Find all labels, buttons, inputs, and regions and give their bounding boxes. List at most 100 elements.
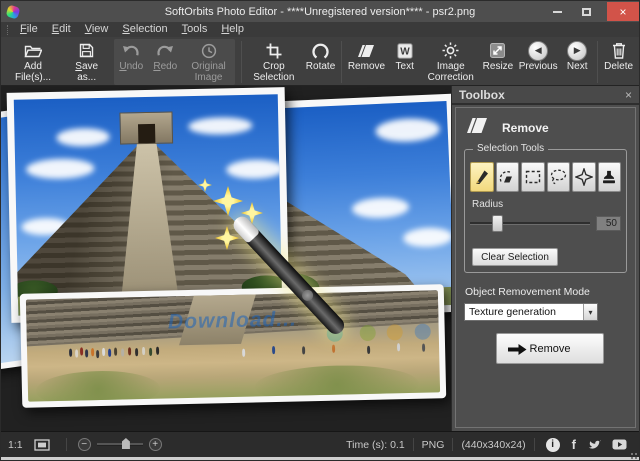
main-toolbar: Add File(s)... Save as... Undo Redo — [1, 37, 639, 86]
menu-tools[interactable]: Tools — [175, 23, 215, 36]
facebook-icon[interactable]: f — [572, 437, 576, 452]
menu-selection[interactable]: Selection — [115, 23, 174, 36]
arrow-right-icon — [506, 342, 528, 360]
menu-help[interactable]: Help — [214, 23, 251, 36]
toolbar-separator — [341, 41, 342, 83]
menu-bar: File Edit View Selection Tools Help — [1, 22, 639, 37]
redo-button[interactable]: Redo — [148, 39, 182, 83]
image-canvas[interactable]: Download... — [1, 86, 451, 431]
removal-mode-select[interactable]: Texture generation ▾ — [464, 303, 598, 321]
remove-tool-button[interactable]: Remove — [345, 39, 388, 72]
removal-mode-label: Object Removement Mode — [465, 286, 627, 298]
text-tool-button[interactable]: W Text — [388, 39, 422, 72]
radius-slider-thumb[interactable] — [492, 215, 503, 232]
window-controls: × — [543, 1, 639, 22]
watermark-text: Download... — [168, 308, 297, 335]
crop-selection-button[interactable]: Crop Selection — [245, 39, 303, 83]
zoom-controls: 1:1 − + — [8, 438, 162, 451]
delete-button[interactable]: Delete — [601, 39, 636, 72]
statusbar-separator — [534, 438, 535, 451]
save-as-button[interactable]: Save as... — [62, 39, 111, 83]
eraser-icon — [357, 41, 375, 60]
radius-slider[interactable] — [470, 222, 590, 225]
toolbox-header: Toolbox × — [452, 86, 639, 105]
add-files-button[interactable]: Add File(s)... — [4, 39, 62, 83]
selection-tools-group: Selection Tools — [464, 149, 627, 273]
magnetic-eraser-tool-button[interactable] — [496, 162, 520, 192]
sun-icon — [442, 41, 459, 60]
statusbar-info: Time (s): 0.1 PNG (440x340x24) i f — [343, 437, 632, 452]
redo-icon — [156, 41, 174, 60]
photo-bottom: Download... — [20, 284, 446, 408]
radius-label: Radius — [472, 199, 621, 210]
zoom-ratio-label[interactable]: 1:1 — [8, 439, 23, 451]
fit-screen-icon[interactable] — [34, 439, 50, 451]
zoom-in-button[interactable]: + — [149, 438, 162, 451]
zoom-slider[interactable] — [97, 443, 143, 446]
history-clock-icon — [201, 41, 217, 60]
toolbox-body: Remove Selection Tools — [455, 107, 636, 428]
previous-circle-icon: ◀ — [528, 41, 548, 60]
photo-main — [7, 87, 290, 323]
original-image-button[interactable]: Original Image — [182, 39, 235, 83]
menu-file[interactable]: File — [13, 23, 45, 36]
lasso-tool-button[interactable] — [547, 162, 571, 192]
info-icon[interactable]: i — [546, 438, 560, 452]
toolbox-title: Toolbox — [459, 88, 505, 102]
youtube-icon[interactable] — [612, 439, 627, 450]
history-button-group: Undo Redo Original Image — [114, 39, 235, 85]
menu-view[interactable]: View — [78, 23, 116, 36]
twitter-icon[interactable] — [587, 439, 602, 451]
remove-button-label: Remove — [530, 343, 571, 355]
chevron-down-icon[interactable]: ▾ — [583, 304, 597, 320]
stamp-tool-button[interactable] — [598, 162, 622, 192]
eraser-icon — [466, 117, 488, 139]
undo-icon — [122, 41, 140, 60]
title-bar: SoftOrbits Photo Editor - ****Unregister… — [1, 1, 639, 22]
toolbar-separator — [597, 41, 598, 83]
zoom-slider-thumb[interactable] — [122, 438, 130, 449]
resize-icon — [490, 41, 505, 60]
rotate-button[interactable]: Rotate — [303, 39, 338, 72]
trash-icon — [612, 41, 626, 60]
image-correction-button[interactable]: Image Correction — [422, 39, 480, 83]
close-button[interactable]: × — [607, 2, 639, 21]
watermark-dot — [415, 323, 431, 339]
toolbox-close-icon[interactable]: × — [625, 89, 632, 101]
resize-button[interactable]: Resize — [480, 39, 516, 72]
watermark-dot — [360, 324, 376, 340]
next-circle-icon: ▶ — [567, 41, 587, 60]
active-tool-name: Remove — [502, 121, 549, 135]
statusbar-separator — [413, 438, 414, 451]
selection-tools-label: Selection Tools — [473, 143, 548, 154]
status-bar: 1:1 − + Time (s): 0.1 PNG (440x340x24) i… — [1, 431, 639, 457]
processing-time-label: Time (s): 0.1 — [343, 439, 408, 451]
removal-mode-value: Texture generation — [465, 304, 583, 320]
svg-text:W: W — [400, 46, 410, 57]
minimize-icon[interactable] — [553, 11, 562, 13]
menu-edit[interactable]: Edit — [45, 23, 78, 36]
undo-button[interactable]: Undo — [114, 39, 148, 83]
rectangle-select-tool-button[interactable] — [521, 162, 545, 192]
radius-value-field[interactable]: 50 — [596, 216, 621, 231]
statusbar-separator — [452, 438, 453, 451]
toolbox-panel: Toolbox × Remove Selection Tools — [451, 86, 639, 431]
app-window: SoftOrbits Photo Editor - ****Unregister… — [0, 0, 640, 461]
rotate-icon — [312, 41, 329, 60]
active-tool-header: Remove — [466, 117, 627, 139]
remove-action-button[interactable]: Remove — [496, 333, 604, 364]
file-format-label: PNG — [419, 439, 448, 451]
watermark-dot — [387, 324, 403, 340]
text-w-icon: W — [397, 41, 413, 60]
next-button[interactable]: ▶ Next — [560, 39, 594, 72]
marker-tool-button[interactable] — [470, 162, 494, 192]
zoom-out-button[interactable]: − — [78, 438, 91, 451]
resize-grip[interactable] — [635, 453, 637, 455]
radius-slider-row: 50 — [470, 216, 621, 231]
clear-selection-button[interactable]: Clear Selection — [472, 248, 558, 266]
crop-icon — [266, 41, 282, 60]
previous-button[interactable]: ◀ Previous — [516, 39, 560, 72]
magic-wand-tool-button[interactable] — [572, 162, 596, 192]
maximize-icon[interactable] — [582, 8, 591, 16]
menu-grip — [7, 25, 9, 35]
